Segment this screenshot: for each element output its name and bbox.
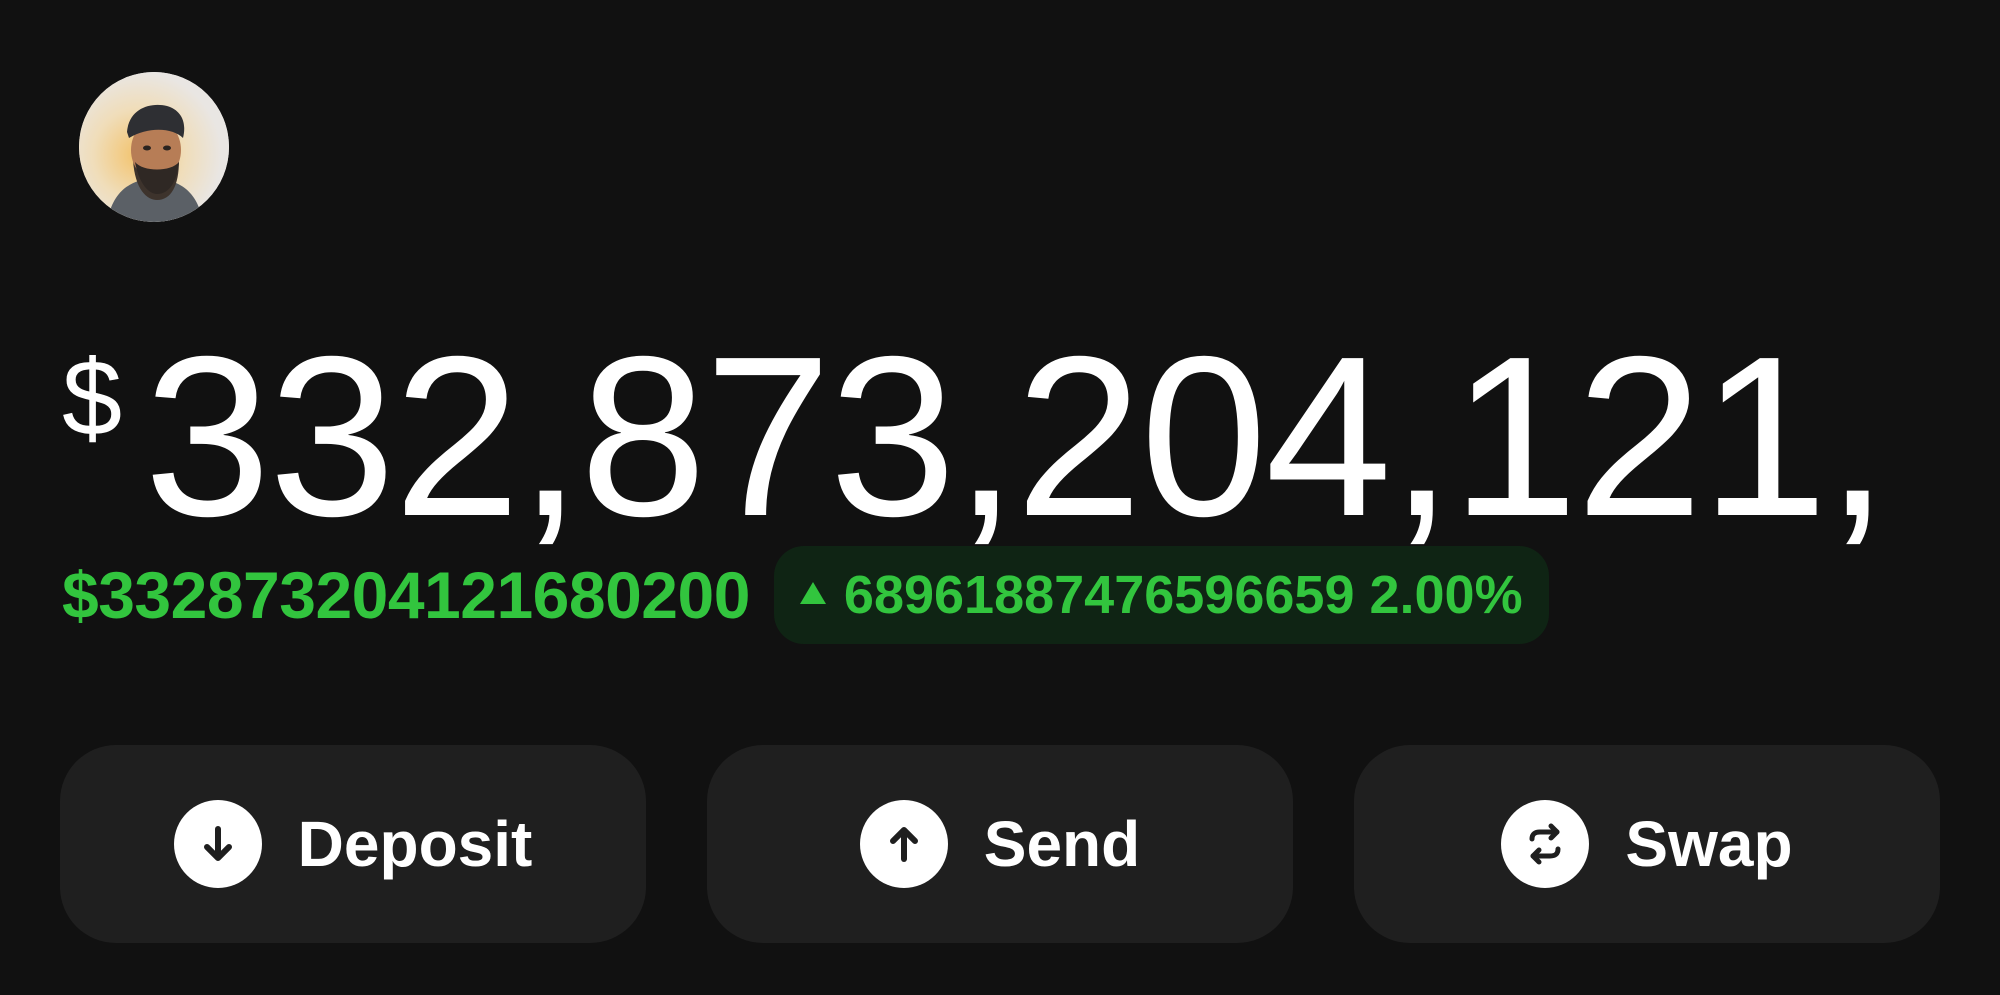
deposit-label: Deposit: [297, 808, 533, 880]
avatar[interactable]: [79, 72, 229, 222]
avatar-photo-icon: [79, 72, 229, 222]
change-percent: 68961887476596659 2.00%: [843, 565, 1523, 625]
balance-display: $ 332,873,204,121,: [62, 318, 2000, 548]
change-value: $332873204121680200: [62, 558, 750, 632]
arrow-up-icon: [859, 800, 948, 888]
arrow-down-icon: [173, 800, 262, 888]
change-percent-badge: 68961887476596659 2.00%: [773, 546, 1549, 644]
swap-label: Swap: [1625, 808, 1793, 880]
swap-arrows-icon: [1501, 800, 1590, 888]
balance-amount: 332,873,204,121,: [144, 318, 1889, 548]
deposit-button[interactable]: Deposit: [60, 745, 646, 943]
action-buttons: Deposit Send Swap: [60, 745, 1940, 943]
swap-button[interactable]: Swap: [1354, 745, 1940, 943]
triangle-up-icon: [799, 582, 826, 604]
send-button[interactable]: Send: [707, 745, 1293, 943]
balance-change-row: $332873204121680200 68961887476596659 2.…: [62, 546, 1549, 644]
currency-symbol: $: [62, 337, 123, 458]
send-label: Send: [983, 808, 1141, 880]
